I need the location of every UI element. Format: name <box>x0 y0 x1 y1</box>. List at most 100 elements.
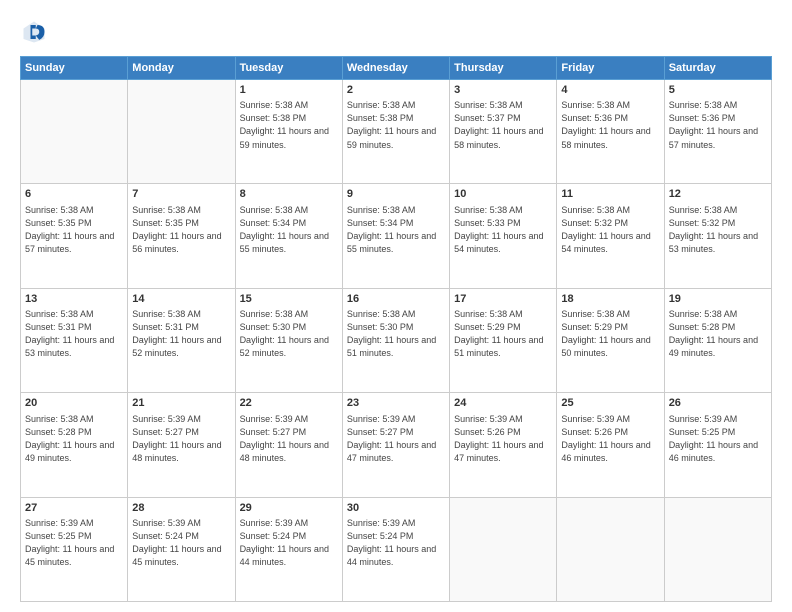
calendar-day-cell <box>664 497 771 601</box>
calendar-day-header: Wednesday <box>342 57 449 80</box>
day-number: 6 <box>25 187 123 202</box>
day-info: Sunrise: 5:38 AM Sunset: 5:29 PM Dayligh… <box>454 308 552 360</box>
day-number: 25 <box>561 396 659 411</box>
calendar-day-cell: 2Sunrise: 5:38 AM Sunset: 5:38 PM Daylig… <box>342 80 449 184</box>
day-info: Sunrise: 5:38 AM Sunset: 5:32 PM Dayligh… <box>669 204 767 256</box>
logo-icon <box>20 18 48 46</box>
calendar-day-cell: 20 Sunrise: 5:38 AM Sunset: 5:28 PM Dayli… <box>21 393 128 497</box>
day-info: Sunrise: 5:38 AM Sunset: 5:32 PM Dayligh… <box>561 204 659 256</box>
day-info: Sunrise: 5:38 AM Sunset: 5:35 PM Dayligh… <box>25 204 123 256</box>
day-info: Sunrise: 5:39 AM Sunset: 5:27 PM Dayligh… <box>347 413 445 465</box>
day-info: Sunrise: 5:38 AM Sunset: 5:35 PM Dayligh… <box>132 204 230 256</box>
calendar-day-cell: 12 Sunrise: 5:38 AM Sunset: 5:32 PM Dayli… <box>664 184 771 288</box>
calendar-day-cell: 29Sunrise: 5:39 AM Sunset: 5:24 PM Dayli… <box>235 497 342 601</box>
calendar-day-cell: 15Sunrise: 5:38 AM Sunset: 5:30 PM Dayli… <box>235 288 342 392</box>
calendar-day-cell: 21Sunrise: 5:39 AM Sunset: 5:27 PM Dayli… <box>128 393 235 497</box>
day-number: 20 <box>25 396 123 411</box>
calendar-week-row: 1Sunrise: 5:38 AM Sunset: 5:38 PM Daylig… <box>21 80 772 184</box>
day-number: 28 <box>132 501 230 516</box>
calendar-day-cell: 17Sunrise: 5:38 AM Sunset: 5:29 PM Dayli… <box>450 288 557 392</box>
day-number: 19 <box>669 292 767 307</box>
calendar-day-header: Friday <box>557 57 664 80</box>
day-info: Sunrise: 5:38 AM Sunset: 5:33 PM Dayligh… <box>454 204 552 256</box>
calendar-day-cell: 13Sunrise: 5:38 AM Sunset: 5:31 PM Dayli… <box>21 288 128 392</box>
calendar-day-cell: 4Sunrise: 5:38 AM Sunset: 5:36 PM Daylig… <box>557 80 664 184</box>
day-info: Sunrise: 5:38 AM Sunset: 5:28 PM Dayligh… <box>25 413 123 465</box>
day-number: 16 <box>347 292 445 307</box>
day-info: Sunrise: 5:39 AM Sunset: 5:26 PM Dayligh… <box>454 413 552 465</box>
calendar-day-cell <box>557 497 664 601</box>
calendar-day-cell: 22 Sunrise: 5:39 AM Sunset: 5:27 PM Dayli… <box>235 393 342 497</box>
day-info: Sunrise: 5:38 AM Sunset: 5:29 PM Dayligh… <box>561 308 659 360</box>
day-info: Sunrise: 5:38 AM Sunset: 5:31 PM Dayligh… <box>25 308 123 360</box>
calendar-day-cell: 19Sunrise: 5:38 AM Sunset: 5:28 PM Dayli… <box>664 288 771 392</box>
day-number: 12 <box>669 187 767 202</box>
day-number: 23 <box>347 396 445 411</box>
day-info: Sunrise: 5:38 AM Sunset: 5:36 PM Dayligh… <box>561 99 659 151</box>
day-info: Sunrise: 5:39 AM Sunset: 5:27 PM Dayligh… <box>240 413 338 465</box>
calendar-day-cell: 27Sunrise: 5:39 AM Sunset: 5:25 PM Dayli… <box>21 497 128 601</box>
calendar-day-cell: 24 Sunrise: 5:39 AM Sunset: 5:26 PM Dayli… <box>450 393 557 497</box>
day-number: 2 <box>347 83 445 98</box>
day-number: 13 <box>25 292 123 307</box>
calendar-day-cell: 18Sunrise: 5:38 AM Sunset: 5:29 PM Dayli… <box>557 288 664 392</box>
day-info: Sunrise: 5:39 AM Sunset: 5:24 PM Dayligh… <box>132 517 230 569</box>
page: SundayMondayTuesdayWednesdayThursdayFrid… <box>0 0 792 612</box>
calendar-day-cell: 26 Sunrise: 5:39 AM Sunset: 5:25 PM Dayli… <box>664 393 771 497</box>
calendar-week-row: 20 Sunrise: 5:38 AM Sunset: 5:28 PM Dayli… <box>21 393 772 497</box>
calendar-day-cell: 10 Sunrise: 5:38 AM Sunset: 5:33 PM Dayli… <box>450 184 557 288</box>
calendar-day-header: Monday <box>128 57 235 80</box>
calendar-day-cell: 7 Sunrise: 5:38 AM Sunset: 5:35 PM Daylig… <box>128 184 235 288</box>
calendar-day-cell: 9 Sunrise: 5:38 AM Sunset: 5:34 PM Daylig… <box>342 184 449 288</box>
day-info: Sunrise: 5:38 AM Sunset: 5:34 PM Dayligh… <box>240 204 338 256</box>
calendar-day-cell: 23 Sunrise: 5:39 AM Sunset: 5:27 PM Dayli… <box>342 393 449 497</box>
day-number: 29 <box>240 501 338 516</box>
day-number: 9 <box>347 187 445 202</box>
calendar-week-row: 6 Sunrise: 5:38 AM Sunset: 5:35 PM Daylig… <box>21 184 772 288</box>
calendar-day-cell <box>128 80 235 184</box>
day-info: Sunrise: 5:38 AM Sunset: 5:36 PM Dayligh… <box>669 99 767 151</box>
day-info: Sunrise: 5:38 AM Sunset: 5:30 PM Dayligh… <box>240 308 338 360</box>
calendar-day-cell: 14Sunrise: 5:38 AM Sunset: 5:31 PM Dayli… <box>128 288 235 392</box>
day-number: 24 <box>454 396 552 411</box>
day-info: Sunrise: 5:39 AM Sunset: 5:26 PM Dayligh… <box>561 413 659 465</box>
calendar-day-cell <box>450 497 557 601</box>
calendar-day-header: Thursday <box>450 57 557 80</box>
calendar-day-header: Tuesday <box>235 57 342 80</box>
day-info: Sunrise: 5:38 AM Sunset: 5:34 PM Dayligh… <box>347 204 445 256</box>
calendar-day-cell: 25 Sunrise: 5:39 AM Sunset: 5:26 PM Dayli… <box>557 393 664 497</box>
day-info: Sunrise: 5:39 AM Sunset: 5:27 PM Dayligh… <box>132 413 230 465</box>
calendar-table: SundayMondayTuesdayWednesdayThursdayFrid… <box>20 56 772 602</box>
day-number: 7 <box>132 187 230 202</box>
calendar-week-row: 27Sunrise: 5:39 AM Sunset: 5:25 PM Dayli… <box>21 497 772 601</box>
day-number: 10 <box>454 187 552 202</box>
calendar-day-cell: 6 Sunrise: 5:38 AM Sunset: 5:35 PM Daylig… <box>21 184 128 288</box>
day-info: Sunrise: 5:38 AM Sunset: 5:37 PM Dayligh… <box>454 99 552 151</box>
day-number: 5 <box>669 83 767 98</box>
calendar-day-cell: 8 Sunrise: 5:38 AM Sunset: 5:34 PM Daylig… <box>235 184 342 288</box>
day-number: 14 <box>132 292 230 307</box>
logo <box>20 18 52 46</box>
calendar-header-row: SundayMondayTuesdayWednesdayThursdayFrid… <box>21 57 772 80</box>
calendar-day-header: Saturday <box>664 57 771 80</box>
calendar-day-cell: 3Sunrise: 5:38 AM Sunset: 5:37 PM Daylig… <box>450 80 557 184</box>
day-number: 22 <box>240 396 338 411</box>
day-number: 26 <box>669 396 767 411</box>
day-number: 15 <box>240 292 338 307</box>
day-number: 4 <box>561 83 659 98</box>
day-number: 18 <box>561 292 659 307</box>
day-number: 11 <box>561 187 659 202</box>
calendar-day-cell: 28Sunrise: 5:39 AM Sunset: 5:24 PM Dayli… <box>128 497 235 601</box>
day-info: Sunrise: 5:38 AM Sunset: 5:30 PM Dayligh… <box>347 308 445 360</box>
day-info: Sunrise: 5:39 AM Sunset: 5:24 PM Dayligh… <box>347 517 445 569</box>
day-info: Sunrise: 5:39 AM Sunset: 5:25 PM Dayligh… <box>25 517 123 569</box>
day-number: 30 <box>347 501 445 516</box>
day-info: Sunrise: 5:38 AM Sunset: 5:28 PM Dayligh… <box>669 308 767 360</box>
calendar-day-header: Sunday <box>21 57 128 80</box>
day-info: Sunrise: 5:38 AM Sunset: 5:31 PM Dayligh… <box>132 308 230 360</box>
day-number: 8 <box>240 187 338 202</box>
day-number: 17 <box>454 292 552 307</box>
day-number: 27 <box>25 501 123 516</box>
calendar-day-cell: 5Sunrise: 5:38 AM Sunset: 5:36 PM Daylig… <box>664 80 771 184</box>
day-info: Sunrise: 5:39 AM Sunset: 5:25 PM Dayligh… <box>669 413 767 465</box>
